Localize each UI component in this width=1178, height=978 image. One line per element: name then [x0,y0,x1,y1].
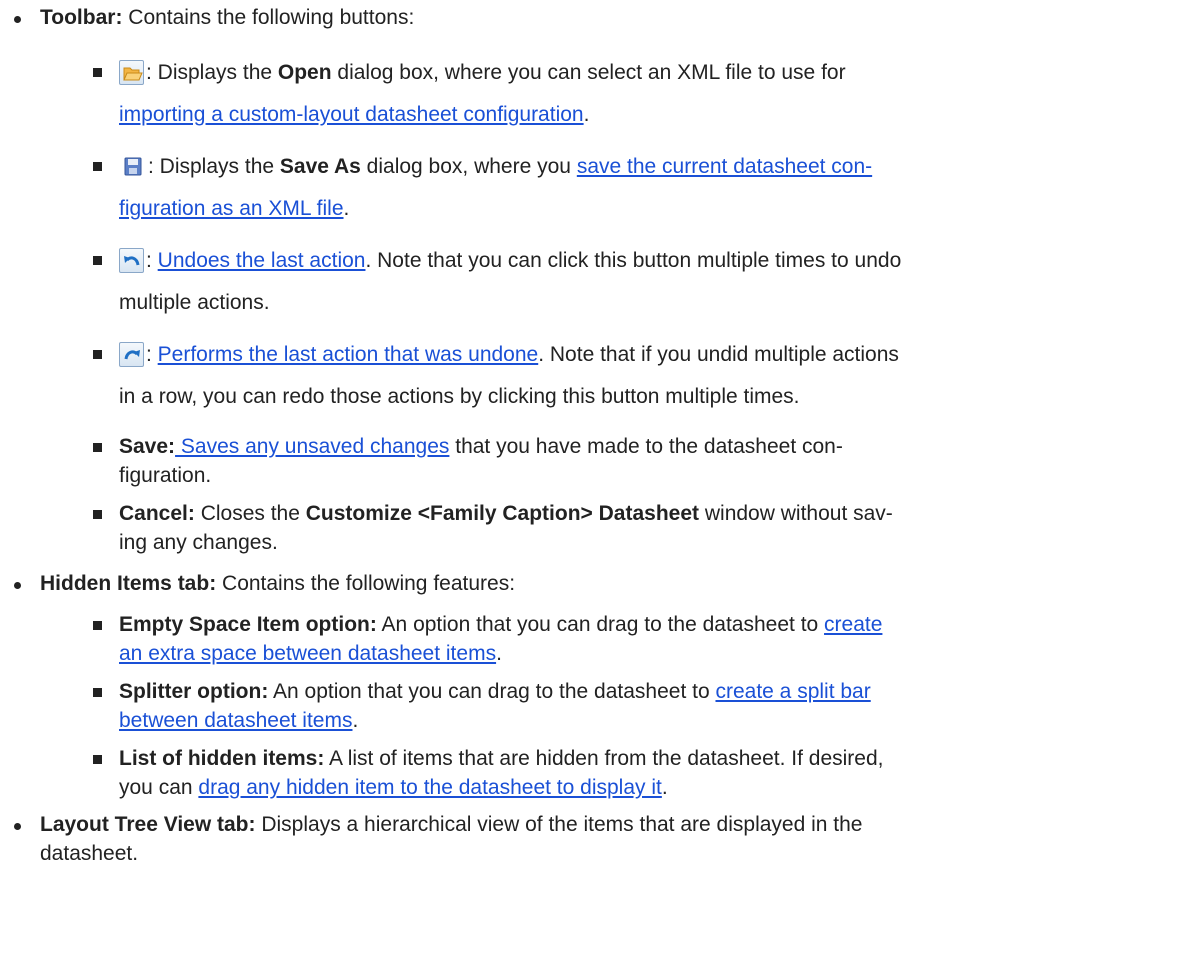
text-segment: that you have made to the datasheet con- [449,435,843,458]
bullet-square [93,68,102,77]
save-as-button-description: : Displays the Save As dialog box, where… [119,146,1158,230]
text-segment: . [661,776,668,799]
text-segment: window without sav- [699,502,893,525]
text-segment: . Note that you can click this button mu… [365,249,902,272]
text-segment: . [343,197,350,220]
redo-icon [119,342,144,367]
text-segment: A list of items that are hidden from the… [324,747,884,770]
cancel-label: Cancel: [119,502,195,525]
text-segment: dialog box, where you [360,155,577,178]
splitter-description: Splitter option: An option that you can … [119,677,1158,735]
text-segment: in a row, you can redo those actions by … [119,385,800,408]
text-segment: Displays a hierarchical view of the item… [255,813,863,836]
undo-icon [119,248,144,273]
splitter-label: Splitter option: [119,680,269,703]
text-segment: ing any changes. [119,531,278,554]
save-disk-icon [119,154,146,179]
text-segment: : Displays the [148,155,280,178]
text-segment: . [496,642,502,665]
layout-tree-view-description: Layout Tree View tab: Displays a hierarc… [40,810,1158,868]
bullet-square [93,162,102,171]
text-segment: . [583,103,590,126]
text-segment: . [352,709,359,732]
bullet-square [93,256,102,265]
text-segment: dialog box, where you can select an XML … [331,61,846,84]
perform-last-undone-link[interactable]: Performs the last action that was undone [158,343,539,366]
text-segment: Closes the [194,502,306,525]
empty-space-description: Empty Space Item option: An option that … [119,610,1158,668]
bullet-square [93,510,102,519]
save-as-dialog-name: Save As [279,155,361,178]
save-label: Save: [119,435,176,458]
bullet-dot [14,823,21,830]
empty-space-label: Empty Space Item option: [119,613,377,636]
text-segment: you can [119,776,199,799]
text-segment: multiple actions. [119,291,270,314]
drag-hidden-item-link[interactable]: drag any hidden item to the datasheet to… [198,776,661,799]
create-extra-space-link-b[interactable]: an extra space between datasheet items [119,642,496,665]
customize-window-name: Customize <Family Caption> Datasheet [305,502,700,525]
bullet-dot [14,16,21,23]
layout-tree-view-tab-label: Layout Tree View tab: [40,813,256,836]
toolbar-description: Toolbar: Contains the following buttons: [40,2,1158,34]
cancel-button-description: Cancel: Closes the Customize <Family Cap… [119,499,1158,557]
importing-custom-layout-link[interactable]: importing a custom-layout datasheet conf… [119,103,584,126]
save-configuration-link-b[interactable]: figuration as an XML file [119,197,344,220]
toolbar-text: Contains the following buttons: [122,6,415,29]
create-extra-space-link-a[interactable]: create [824,613,882,636]
text-segment: : Displays the [146,61,278,84]
text-segment: datasheet. [40,842,139,865]
hidden-items-tab-description: Hidden Items tab: Contains the following… [40,568,1158,600]
toolbar-label: Toolbar: [40,6,123,29]
save-configuration-link-a[interactable]: save the current datasheet con- [577,155,872,178]
redo-button-description: : Performs the last action that was undo… [119,334,1158,418]
undo-button-description: : Undoes the last action. Note that you … [119,240,1158,324]
text-segment: : [146,249,158,272]
save-button-description: Save: Saves any unsaved changes that you… [119,432,1158,490]
open-folder-icon [119,60,144,85]
text-segment: . Note that if you undid multiple action… [538,343,899,366]
text-segment: An option that you can drag to the datas… [376,613,825,636]
text-segment: : [146,343,158,366]
list-hidden-items-label: List of hidden items: [119,747,325,770]
text-segment: figuration. [119,464,212,487]
create-split-bar-link-b[interactable]: between datasheet items [119,709,352,732]
text-segment: An option that you can drag to the datas… [268,680,716,703]
create-split-bar-link-a[interactable]: create a split bar [715,680,870,703]
text-segment: Contains the following features: [216,572,516,595]
open-dialog-name: Open [277,61,332,84]
bullet-square [93,688,102,697]
bullet-square [93,621,102,630]
hidden-items-tab-label: Hidden Items tab: [40,572,217,595]
bullet-dot [14,582,21,589]
list-hidden-items-description: List of hidden items: A list of items th… [119,744,1158,802]
bullet-square [93,350,102,359]
bullet-square [93,755,102,764]
open-button-description: : Displays the Open dialog box, where yo… [119,52,1158,136]
bullet-square [93,443,102,452]
undo-last-action-link[interactable]: Undoes the last action [158,249,366,272]
save-unsaved-changes-link[interactable]: Saves any unsaved changes [175,435,450,458]
